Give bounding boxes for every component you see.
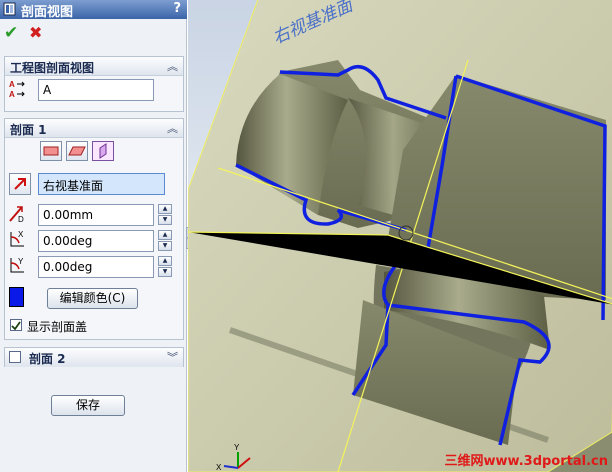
drawing-section-view-group: 工程图剖面视图 ︽ A A A <box>4 56 184 112</box>
x-rotation-input[interactable]: 0.00deg <box>38 230 154 252</box>
property-manager-title-bar: 剖面视图 ? <box>0 0 187 20</box>
watermark: 三维网www.3dportal.cn <box>444 454 608 469</box>
section-front-plane-button[interactable] <box>40 141 62 161</box>
section-view-icon <box>3 2 16 16</box>
distance-input[interactable]: 0.00mm <box>38 204 154 226</box>
svg-text:A: A <box>9 80 15 89</box>
cancel-icon[interactable]: ✖ <box>29 24 42 42</box>
group-title: 剖面 2 <box>29 352 66 366</box>
page-title: 剖面视图 <box>21 5 74 20</box>
x-rotation-spinner[interactable]: ▲ ▼ <box>158 230 172 252</box>
y-rotation-spinner[interactable]: ▲ ▼ <box>158 256 172 278</box>
drawing-section-view-header[interactable]: 工程图剖面视图 ︽ <box>5 57 183 76</box>
section-2-checkbox[interactable] <box>9 351 21 363</box>
distance-spinner[interactable]: ▲ ▼ <box>158 204 172 226</box>
show-section-cap-checkbox[interactable] <box>10 319 22 331</box>
checkmark-icon <box>11 321 21 331</box>
triad-y-label: Y <box>234 443 240 452</box>
top-plane-icon <box>68 146 86 156</box>
distance-icon: D <box>9 206 24 223</box>
help-icon[interactable]: ? <box>173 1 181 16</box>
view-label-icon: A A <box>9 80 25 99</box>
y-rotation-icon: Y <box>10 257 24 273</box>
front-plane-icon <box>43 146 59 156</box>
section-1-header[interactable]: 剖面 1 ︽ <box>5 119 183 138</box>
ok-icon[interactable]: ✔ <box>4 24 18 42</box>
show-section-cap-label: 显示剖面盖 <box>27 320 88 334</box>
collapse-icon[interactable]: ︽ <box>167 120 178 136</box>
property-manager: 剖面视图 ? ✔ ✖ 工程图剖面视图 ︽ A A A 剖面 1 ︽ 右视基准面 … <box>0 0 187 472</box>
group-title: 剖面 1 <box>10 123 47 137</box>
svg-text:A: A <box>9 90 15 99</box>
graphics-area[interactable]: 右视基准面 Y X 三维网www.3dportal.cn <box>188 0 612 472</box>
section-plane-input[interactable]: 右视基准面 <box>38 173 165 195</box>
expand-icon[interactable]: ︾ <box>167 349 178 365</box>
section-2-group: 剖面 2 ︾ <box>4 347 184 367</box>
section-right-plane-button[interactable] <box>92 141 114 161</box>
group-title: 工程图剖面视图 <box>10 61 95 75</box>
section-2-header[interactable]: 剖面 2 ︾ <box>5 348 183 367</box>
x-rotation-icon: X <box>10 230 24 247</box>
section-view-3d-model: 右视基准面 Y X <box>188 0 612 472</box>
section-1-group: 剖面 1 ︽ 右视基准面 D 0.00mm ▲ ▼ X 0.00deg ▲ ▼ … <box>4 118 184 340</box>
reverse-direction-icon <box>14 178 26 190</box>
view-label-input[interactable]: A <box>38 79 154 101</box>
section-color-swatch <box>9 287 24 307</box>
collapse-icon[interactable]: ︽ <box>167 58 178 74</box>
right-plane-icon <box>99 143 107 159</box>
svg-text:Y: Y <box>18 257 24 266</box>
svg-text:X: X <box>18 230 24 239</box>
edit-color-button[interactable]: 编辑颜色(C) <box>47 288 138 309</box>
reverse-direction-button[interactable] <box>9 173 31 195</box>
triad-x-label: X <box>216 463 222 472</box>
y-rotation-input[interactable]: 0.00deg <box>38 256 154 278</box>
save-button[interactable]: 保存 <box>51 395 125 416</box>
svg-text:D: D <box>18 215 24 223</box>
section-top-plane-button[interactable] <box>66 141 88 161</box>
